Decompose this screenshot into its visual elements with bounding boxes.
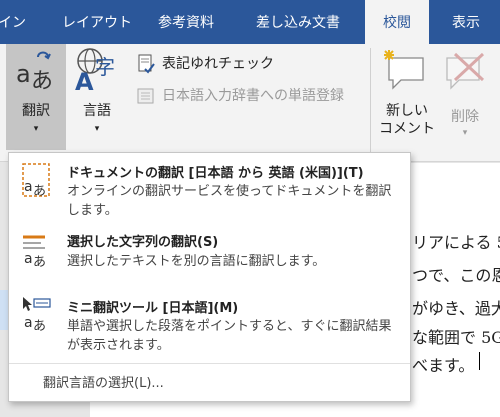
tab-insert[interactable]: イン (0, 0, 36, 44)
translate-document-icon: a あ (22, 163, 50, 199)
group-separator (370, 48, 371, 152)
document-check-icon (138, 54, 155, 74)
register-word-button[interactable]: 日本語入力辞書への単語登録 (136, 84, 366, 108)
svg-text:a: a (24, 315, 33, 331)
language-label: 言語 (83, 103, 111, 119)
menu-item-title: 選択した文字列の翻訳(S) (67, 235, 219, 250)
svg-text:あ: あ (33, 319, 46, 331)
tab-review[interactable]: 校閲 (365, 0, 429, 44)
svg-text:字: 字 (95, 55, 115, 79)
text-cursor (479, 352, 480, 370)
menu-item-description: 選択したテキストを別の言語に翻訳します。 (67, 254, 326, 269)
document-line: な範囲で 5G (412, 328, 500, 347)
tab-references[interactable]: 参考資料 (158, 0, 238, 44)
menu-item-translate-document[interactable]: a あ ドキュメントの翻訳 [日本語 から 英語 (米国)](T) オンラインの… (9, 153, 410, 223)
svg-text:A: A (75, 68, 94, 94)
translate-menu: a あ ドキュメントの翻訳 [日本語 から 英語 (米国)](T) オンラインの… (8, 152, 411, 402)
language-icon: A 字 (75, 48, 115, 94)
menu-item-title: ドキュメントの翻訳 [日本語 から 英語 (米国)](T) (67, 166, 364, 181)
svg-text:あ: あ (31, 69, 53, 92)
menu-item-description: 単語や選択した段落をポイントすると、すぐに翻訳結果が表示されます。 (67, 319, 392, 353)
new-comment-label-2: コメント (379, 121, 435, 137)
document-line: つで、この恩 (412, 266, 500, 285)
tab-view[interactable]: 表示 (452, 0, 500, 44)
document-line: リアによる 5 (412, 233, 500, 252)
delete-label: 削除 (451, 109, 479, 125)
delete-comment-button[interactable]: 削除 ▾ (438, 44, 492, 150)
menu-item-translate-selection[interactable]: a あ 選択した文字列の翻訳(S) 選択したテキストを別の言語に翻訳します。 (9, 225, 410, 279)
svg-text:a: a (24, 179, 33, 195)
register-word-label: 日本語入力辞書への単語登録 (162, 88, 344, 104)
notation-check-label: 表記ゆれチェック (162, 56, 274, 72)
menu-item-description: オンラインの翻訳サービスを使ってドキュメントを翻訳します。 (67, 184, 392, 218)
new-comment-icon (384, 50, 424, 90)
choose-language-label: 翻訳言語の選択(L)... (43, 376, 164, 391)
svg-text:あ: あ (33, 255, 46, 267)
document-line: がゆき、過大 (412, 299, 500, 318)
tab-mailings[interactable]: 差し込み文書 (256, 0, 356, 44)
dictionary-icon (137, 88, 154, 104)
translate-label: 翻訳 (22, 103, 50, 119)
svg-text:あ: あ (33, 184, 46, 199)
ribbon-body: a あ 翻訳 ▾ A 字 言語 ▾ 表記ゆれチェック 日本語入力辞書への単語登録… (0, 44, 500, 162)
new-comment-label-1: 新しい (386, 103, 428, 119)
delete-comment-icon (446, 52, 485, 90)
menu-item-mini-translator[interactable]: a あ ミニ翻訳ツール [日本語](M) 単語や選択した段落をポイントすると、す… (9, 291, 410, 361)
document-line: べます。 (412, 356, 475, 375)
menu-item-choose-language[interactable]: 翻訳言語の選択(L)... (9, 363, 410, 401)
translate-icon: a あ (16, 51, 53, 92)
svg-text:a: a (16, 60, 31, 88)
notation-check-button[interactable]: 表記ゆれチェック (136, 52, 366, 76)
translate-button[interactable]: a あ 翻訳 ▾ (6, 44, 66, 150)
mini-translator-icon: a あ (23, 297, 51, 331)
tab-layout[interactable]: レイアウト (62, 0, 148, 44)
language-button[interactable]: A 字 言語 ▾ (68, 44, 126, 150)
chevron-down-icon: ▾ (33, 124, 39, 134)
menu-item-title: ミニ翻訳ツール [日本語](M) (67, 301, 239, 316)
new-comment-button[interactable]: 新しい コメント (378, 44, 436, 150)
chevron-down-icon: ▾ (94, 124, 100, 134)
ribbon-tab-bar: イン レイアウト 参考資料 差し込み文書 校閲 表示 (0, 0, 500, 44)
chevron-down-icon: ▾ (462, 128, 468, 138)
svg-text:a: a (24, 251, 33, 267)
translate-selection-icon: a あ (23, 235, 46, 267)
